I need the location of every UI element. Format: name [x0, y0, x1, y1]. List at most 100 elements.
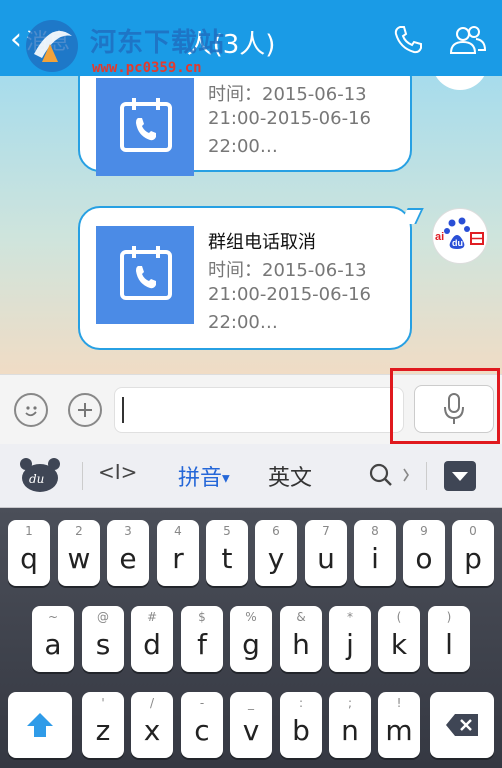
key-x[interactable]: / x	[131, 692, 173, 758]
chat-header: ‹ 消息 人(3人) 河东下载站 www.pc0359.cn	[0, 0, 502, 76]
key-label: t	[221, 542, 233, 575]
backspace-key[interactable]	[430, 692, 494, 758]
key-sub-label: %	[245, 610, 257, 624]
key-m[interactable]: ! m	[378, 692, 420, 758]
key-v[interactable]: _ v	[230, 692, 272, 758]
message-time-line: 时间：2015-06-13	[208, 260, 367, 281]
key-sub-label: 1	[25, 524, 33, 538]
key-c[interactable]: -c	[181, 692, 223, 758]
highlight-box	[390, 368, 500, 444]
du-keyboard-button[interactable]: du	[16, 456, 64, 494]
key-label: f	[197, 628, 207, 661]
key-i[interactable]: 8i	[354, 520, 396, 586]
watermark-url: www.pc0359.cn	[92, 60, 202, 76]
search-button[interactable]	[368, 460, 412, 492]
key-label: w	[67, 542, 91, 575]
key-sub-label: 2	[75, 524, 83, 538]
key-label: a	[44, 628, 62, 661]
key-sub-label: !	[396, 696, 402, 710]
keyboard: 1q 2w 3e 4r 5t 6y 7u 8i 9o 0p ~ a @ s # d $…	[0, 508, 502, 768]
key-label: u	[317, 542, 335, 575]
calendar-phone-icon	[120, 98, 172, 152]
bubble-tail	[400, 208, 424, 224]
back-button[interactable]: ‹ 消息	[10, 22, 80, 58]
key-t[interactable]: 5t	[206, 520, 248, 586]
key-sub-label: &	[296, 610, 306, 624]
key-label: k	[390, 628, 408, 661]
key-h[interactable]: & h	[280, 606, 322, 672]
key-o[interactable]: 9o	[403, 520, 445, 586]
avatar[interactable]: ai du	[432, 208, 488, 264]
svg-text:du: du	[452, 238, 463, 248]
key-y[interactable]: 6y	[255, 520, 297, 586]
phone-call-button[interactable]	[386, 20, 430, 60]
key-sub-label: '	[101, 696, 105, 710]
phone-icon	[394, 26, 422, 54]
key-label: s	[95, 628, 111, 661]
key-label: l	[445, 628, 453, 661]
key-label: e	[119, 542, 137, 575]
plus-button[interactable]	[68, 393, 102, 427]
key-j[interactable]: * j	[329, 606, 371, 672]
key-f[interactable]: $ f	[181, 606, 223, 672]
key-r[interactable]: 4r	[157, 520, 199, 586]
key-sub-label: /	[149, 696, 155, 710]
key-g[interactable]: % g	[230, 606, 272, 672]
key-label: x	[143, 714, 161, 747]
key-e[interactable]: 3e	[107, 520, 149, 586]
key-label: i	[371, 542, 379, 575]
toolbar-divider	[82, 462, 83, 490]
key-sub-label: 5	[223, 524, 231, 538]
key-q[interactable]: 1q	[8, 520, 50, 586]
avatar[interactable]	[432, 76, 488, 90]
calendar-phone-icon	[120, 246, 172, 300]
cursor-move-button[interactable]: <I>	[98, 460, 137, 484]
emoji-button[interactable]	[14, 393, 48, 427]
message-time-line: 时间：2015-06-13	[208, 84, 367, 105]
key-s[interactable]: @ s	[82, 606, 124, 672]
key-z[interactable]: ' z	[82, 692, 124, 758]
key-n[interactable]: ; n	[329, 692, 371, 758]
message-time-line: 22:00…	[208, 136, 278, 157]
key-label: n	[341, 714, 359, 747]
key-sub-label: 0	[469, 524, 477, 538]
group-members-button[interactable]	[446, 20, 490, 60]
key-p[interactable]: 0p	[452, 520, 494, 586]
key-l[interactable]: ) l	[428, 606, 470, 672]
pinyin-mode-button[interactable]: 拼音▼	[178, 460, 230, 492]
key-label: v	[242, 714, 260, 747]
hide-keyboard-button[interactable]	[444, 461, 476, 491]
key-d[interactable]: # d	[131, 606, 173, 672]
key-u[interactable]: 7u	[305, 520, 347, 586]
key-label: h	[292, 628, 310, 661]
triangle-down-icon	[452, 472, 468, 481]
key-sub-label: _	[248, 696, 254, 710]
message-input[interactable]	[114, 387, 404, 433]
chat-area: 时间：2015-06-13 21:00-2015-06-16 22:00… 群组…	[0, 76, 502, 374]
english-mode-button[interactable]: 英文	[268, 460, 312, 492]
message-bubble[interactable]: 群组电话取消 时间：2015-06-13 21:00-2015-06-16 22…	[78, 206, 424, 350]
key-sub-label: ~	[47, 610, 59, 624]
plus-icon	[78, 403, 92, 417]
key-sub-label: 3	[124, 524, 132, 538]
key-label: b	[292, 714, 310, 747]
key-k[interactable]: (k	[378, 606, 420, 672]
calendar-phone-icon-box	[96, 78, 194, 176]
key-sub-label: (	[396, 610, 402, 624]
key-b[interactable]: :b	[280, 692, 322, 758]
key-w[interactable]: 2w	[58, 520, 100, 586]
message-bubble[interactable]: 时间：2015-06-13 21:00-2015-06-16 22:00…	[78, 76, 412, 176]
key-label: z	[95, 714, 111, 747]
key-label: p	[464, 542, 482, 575]
key-sub-label: 4	[174, 524, 182, 538]
group-icon	[449, 26, 487, 54]
key-sub-label: @	[97, 610, 109, 624]
shift-key[interactable]	[8, 692, 72, 758]
toolbar-divider	[426, 462, 427, 490]
key-a[interactable]: ~ a	[32, 606, 74, 672]
key-label: d	[143, 628, 161, 661]
message-time-line: 21:00-2015-06-16	[208, 284, 371, 305]
back-label: 消息	[26, 30, 71, 55]
key-sub-label: 7	[322, 524, 330, 538]
key-label: g	[242, 628, 260, 661]
